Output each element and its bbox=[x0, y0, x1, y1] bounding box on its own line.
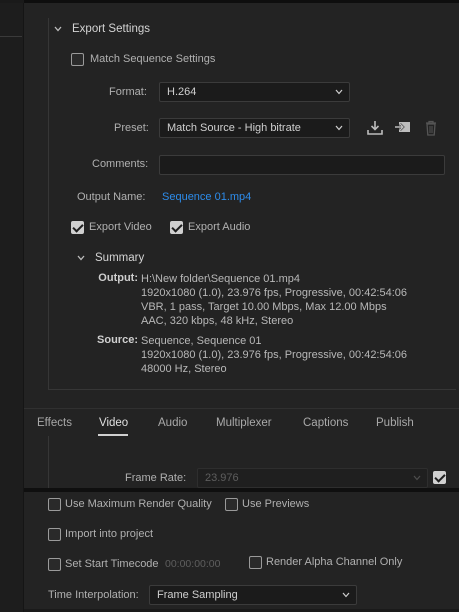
export-audio-checkbox[interactable] bbox=[170, 221, 183, 234]
max-render-quality-checkbox[interactable] bbox=[48, 498, 61, 511]
import-preset-icon[interactable] bbox=[394, 120, 412, 136]
match-sequence-label[interactable]: Match Sequence Settings bbox=[90, 53, 215, 65]
tab-publish[interactable]: Publish bbox=[376, 417, 414, 429]
start-timecode-label[interactable]: Set Start Timecode bbox=[65, 558, 159, 570]
time-interpolation-label: Time Interpolation: bbox=[48, 589, 139, 601]
summary-source-line: 1920x1080 (1.0), 23.976 fps, Progressive… bbox=[141, 349, 408, 361]
tab-bar: Effects Video Audio Multiplexer Captions… bbox=[24, 408, 459, 436]
comments-field[interactable] bbox=[159, 155, 445, 175]
summary-source-line: Sequence, Sequence 01 bbox=[141, 335, 262, 347]
output-name-label: Output Name: bbox=[77, 191, 146, 203]
frame-rate-match-checkbox[interactable] bbox=[433, 471, 446, 484]
save-preset-icon[interactable] bbox=[366, 120, 384, 136]
export-video-checkbox[interactable] bbox=[71, 221, 84, 234]
summary-output-line: AAC, 320 kbps, 48 kHz, Stereo bbox=[141, 315, 294, 327]
alpha-only-label[interactable]: Render Alpha Channel Only bbox=[266, 556, 402, 568]
summary-output-key: Output: bbox=[98, 272, 138, 284]
summary-output-line: 1920x1080 (1.0), 23.976 fps, Progressive… bbox=[141, 287, 408, 299]
format-dropdown[interactable]: H.264 bbox=[159, 82, 350, 102]
summary-source-key: Source: bbox=[97, 334, 138, 346]
chevron-down-icon[interactable] bbox=[77, 254, 85, 262]
frame-rate-value: 23.976 bbox=[205, 472, 239, 484]
match-sequence-checkbox[interactable] bbox=[71, 53, 84, 66]
preset-value: Match Source - High bitrate bbox=[167, 122, 301, 134]
chevron-down-icon[interactable] bbox=[54, 25, 62, 33]
summary-output-line: H:\New folder\Sequence 01.mp4 bbox=[141, 273, 300, 285]
chevron-down-icon bbox=[413, 475, 421, 481]
tab-video[interactable]: Video bbox=[99, 417, 128, 429]
delete-preset-icon[interactable] bbox=[422, 120, 440, 136]
chevron-down-icon bbox=[335, 125, 343, 131]
start-timecode-value[interactable]: 00:00:00:00 bbox=[165, 558, 220, 570]
time-interpolation-dropdown[interactable]: Frame Sampling bbox=[149, 585, 357, 605]
start-timecode-checkbox[interactable] bbox=[48, 558, 61, 571]
time-interpolation-value: Frame Sampling bbox=[157, 589, 238, 601]
max-render-quality-label[interactable]: Use Maximum Render Quality bbox=[65, 498, 212, 510]
import-project-label[interactable]: Import into project bbox=[65, 528, 153, 540]
frame-rate-label: Frame Rate: bbox=[125, 472, 187, 484]
summary-source-line: 48000 Hz, Stereo bbox=[141, 363, 227, 375]
comments-label: Comments: bbox=[92, 158, 149, 170]
frame-rate-dropdown[interactable]: 23.976 bbox=[197, 468, 428, 488]
preset-label: Preset: bbox=[114, 122, 149, 134]
summary-title[interactable]: Summary bbox=[95, 252, 144, 264]
chevron-down-icon bbox=[335, 89, 343, 95]
export-audio-label[interactable]: Export Audio bbox=[188, 221, 250, 233]
use-previews-label[interactable]: Use Previews bbox=[242, 498, 309, 510]
export-video-label[interactable]: Export Video bbox=[89, 221, 152, 233]
alpha-only-checkbox[interactable] bbox=[249, 556, 262, 569]
left-panel-edge bbox=[0, 0, 24, 612]
summary-output-line: VBR, 1 pass, Target 10.00 Mbps, Max 12.0… bbox=[141, 301, 387, 313]
tab-audio[interactable]: Audio bbox=[158, 417, 187, 429]
format-label: Format: bbox=[109, 86, 147, 98]
export-settings-title[interactable]: Export Settings bbox=[72, 23, 150, 35]
use-previews-checkbox[interactable] bbox=[225, 498, 238, 511]
chevron-down-icon bbox=[342, 592, 350, 598]
format-value: H.264 bbox=[167, 86, 197, 98]
output-name-link[interactable]: Sequence 01.mp4 bbox=[162, 191, 251, 203]
preset-dropdown[interactable]: Match Source - High bitrate bbox=[159, 118, 350, 138]
import-project-checkbox[interactable] bbox=[48, 528, 61, 541]
tab-effects[interactable]: Effects bbox=[37, 417, 72, 429]
tab-captions[interactable]: Captions bbox=[303, 417, 348, 429]
tab-multiplexer[interactable]: Multiplexer bbox=[216, 417, 272, 429]
